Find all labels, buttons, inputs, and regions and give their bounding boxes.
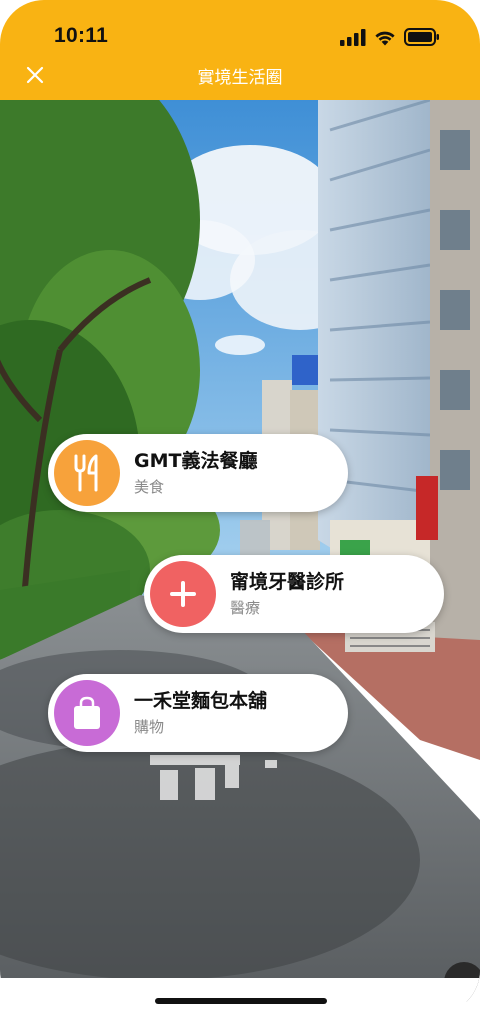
poi-card-bakery[interactable]: 一禾堂麵包本舖 購物 — [48, 674, 348, 752]
poi-category: 購物 — [134, 717, 165, 736]
page-title: 實境生活圈 — [197, 68, 283, 88]
status-time: 10:11 — [54, 24, 109, 47]
street-view-camera[interactable] — [0, 100, 480, 978]
status-icons — [340, 28, 440, 46]
poi-category: 美食 — [134, 477, 165, 496]
bottom-area — [0, 978, 480, 1014]
poi-category: 醫療 — [230, 598, 261, 617]
shopping-bag-icon — [54, 680, 120, 746]
phone-screen: 10:11 實境生活圈 GMT義法餐廳 美食 甯境牙醫診所 醫療 一禾堂麵包本舖… — [0, 0, 480, 1014]
poi-name: 一禾堂麵包本舖 — [134, 689, 268, 712]
battery-icon — [404, 28, 439, 46]
signal-icon — [340, 28, 366, 46]
plus-icon — [150, 561, 216, 627]
wifi-icon — [375, 31, 395, 45]
home-indicator[interactable] — [155, 998, 327, 1004]
poi-card-dental[interactable]: 甯境牙醫診所 醫療 — [144, 555, 444, 633]
poi-card-restaurant[interactable]: GMT義法餐廳 美食 — [48, 434, 348, 512]
header-bar: 10:11 實境生活圈 — [0, 0, 480, 100]
poi-name: GMT義法餐廳 — [134, 449, 258, 472]
poi-name: 甯境牙醫診所 — [230, 570, 345, 593]
utensils-icon — [54, 440, 120, 506]
